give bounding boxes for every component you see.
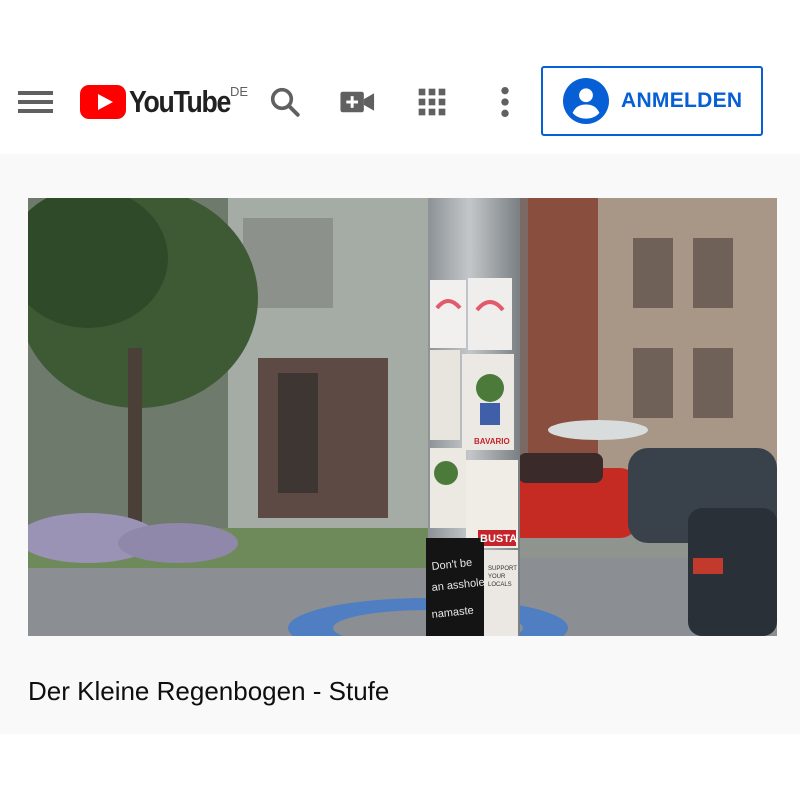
search-icon (270, 87, 300, 117)
account-circle-icon (563, 78, 609, 124)
video-feed: Don't be an asshole namaste BUSTA BAVARI… (0, 154, 800, 734)
logo-text: YouTube (129, 84, 231, 119)
top-app-bar: YouTube DE ANMELDEN (0, 50, 800, 154)
apps-button[interactable] (412, 82, 452, 122)
video-camera-plus-icon (340, 91, 375, 113)
svg-text:SUPPORT: SUPPORT (488, 566, 517, 572)
country-code: DE (230, 84, 249, 99)
play-logo-icon (80, 85, 126, 119)
svg-text:BUSTA: BUSTA (480, 533, 517, 545)
create-video-button[interactable] (338, 82, 378, 122)
street-scene-image: Don't be an asshole namaste BUSTA BAVARI… (28, 198, 777, 636)
settings-more-button[interactable] (485, 82, 525, 122)
svg-text:LOCALS: LOCALS (488, 582, 512, 588)
apps-grid-icon (418, 88, 446, 116)
video-title[interactable]: Der Kleine Regenbogen - Stufe (28, 676, 389, 707)
svg-text:BAVARIO: BAVARIO (474, 437, 510, 446)
more-vertical-icon (501, 86, 509, 118)
sign-in-button[interactable]: ANMELDEN (541, 66, 763, 136)
sign-in-label: ANMELDEN (621, 89, 743, 112)
search-button[interactable] (265, 82, 305, 122)
video-thumbnail[interactable]: Don't be an asshole namaste BUSTA BAVARI… (28, 198, 777, 636)
svg-text:YOUR: YOUR (488, 574, 506, 580)
hamburger-menu-icon[interactable] (18, 91, 53, 113)
youtube-logo[interactable]: YouTube (80, 82, 247, 122)
